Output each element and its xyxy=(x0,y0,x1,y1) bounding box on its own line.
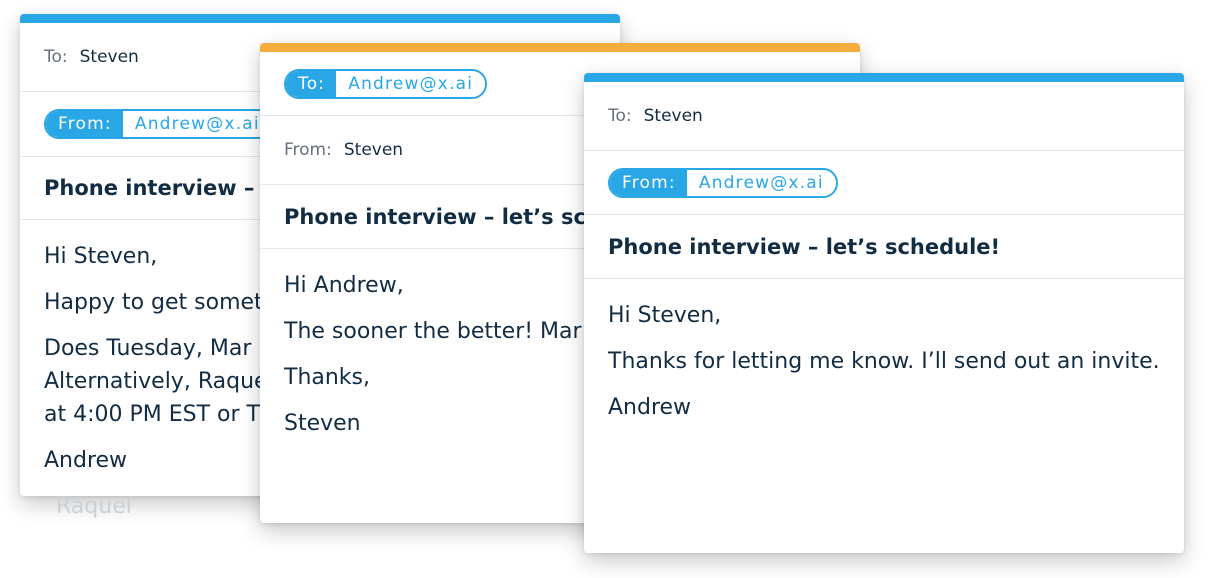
from-address: Andrew@x.ai xyxy=(122,111,272,137)
body-line: Does Tuesday, Mar xyxy=(44,336,252,361)
from-label: From: xyxy=(610,169,687,196)
card-accent-bar xyxy=(260,43,860,52)
body-line: at 4:00 PM EST or T xyxy=(44,402,260,427)
body-signature: Steven xyxy=(284,411,361,436)
body-greeting: Hi Steven, xyxy=(608,303,722,328)
body-line: The sooner the better! Mar xyxy=(284,319,582,344)
to-label: To: xyxy=(608,106,632,126)
to-row: To: Steven xyxy=(584,82,1184,151)
card-accent-bar xyxy=(20,14,620,23)
from-label: From: xyxy=(46,111,123,137)
to-recipient[interactable]: Steven xyxy=(644,106,703,126)
from-address: Andrew@x.ai xyxy=(686,169,836,196)
email-card-3: To: Steven From: Andrew@x.ai Phone inter… xyxy=(584,73,1184,553)
to-address: Andrew@x.ai xyxy=(336,70,486,97)
to-label: To: xyxy=(286,70,337,97)
body-greeting: Hi Andrew, xyxy=(284,273,404,298)
from-label: From: xyxy=(284,140,332,160)
body-signature: Andrew xyxy=(44,448,128,473)
to-label: To: xyxy=(44,47,68,67)
from-pill[interactable]: From: Andrew@x.ai xyxy=(608,167,838,198)
to-recipient[interactable]: Steven xyxy=(80,47,139,67)
body-thanks: Thanks, xyxy=(284,365,371,390)
from-row: From: Andrew@x.ai xyxy=(584,151,1184,215)
email-subject: Phone interview – let’s schedule! xyxy=(608,234,1001,259)
body-signature: Andrew xyxy=(608,395,692,420)
from-sender[interactable]: Steven xyxy=(344,140,403,160)
faded-signature: Raquel xyxy=(56,494,132,519)
body-line: Thanks for letting me know. I’ll send ou… xyxy=(608,349,1160,374)
subject-row: Phone interview – let’s schedule! xyxy=(584,215,1184,279)
from-pill[interactable]: From: Andrew@x.ai xyxy=(44,109,274,139)
body-greeting: Hi Steven, xyxy=(44,244,158,269)
email-body: Hi Steven, Thanks for letting me know. I… xyxy=(584,279,1184,553)
body-line: Alternatively, Raquel xyxy=(44,369,274,394)
to-pill[interactable]: To: Andrew@x.ai xyxy=(284,68,488,99)
card-accent-bar xyxy=(584,73,1184,82)
